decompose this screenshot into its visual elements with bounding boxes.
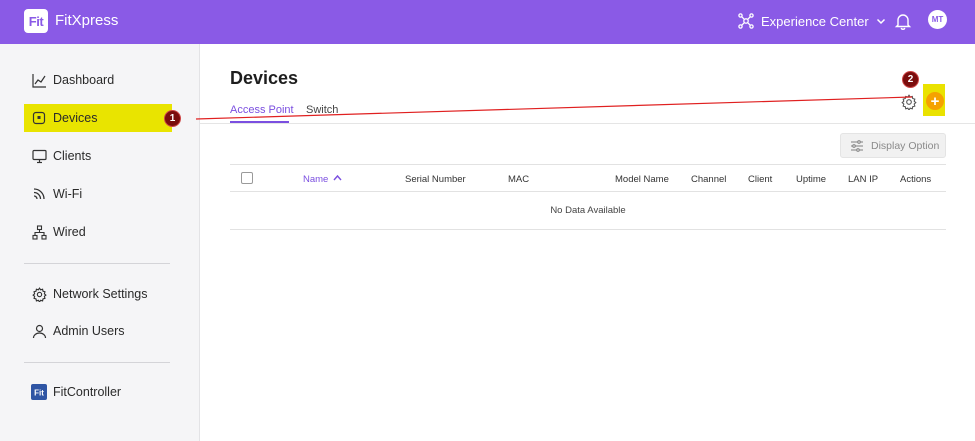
tab-access-point[interactable]: Access Point bbox=[230, 104, 294, 116]
sidebar-item-label: Devices bbox=[53, 111, 98, 125]
column-header-actions: Actions bbox=[900, 174, 932, 185]
column-header-client: Client bbox=[748, 174, 773, 185]
sidebar-item-wired[interactable]: Wired bbox=[24, 218, 172, 246]
sidebar-item-label: FitController bbox=[53, 385, 122, 399]
sidebar-item-fitcontroller[interactable]: Fit FitController bbox=[24, 378, 172, 406]
gear-icon bbox=[31, 286, 47, 302]
sidebar-divider bbox=[24, 362, 170, 363]
sidebar-item-label: Network Settings bbox=[53, 287, 148, 301]
top-bar: Fit FitXpress Experience Center MT bbox=[0, 0, 975, 44]
column-header-serial-number: Serial Number bbox=[405, 174, 466, 185]
sidebar-item-label: Admin Users bbox=[53, 324, 125, 338]
display-option-button[interactable]: Display Option bbox=[840, 133, 946, 158]
column-header-uptime: Uptime bbox=[796, 174, 827, 185]
sidebar-item-dashboard[interactable]: Dashboard bbox=[24, 66, 172, 94]
sidebar-item-label: Wired bbox=[53, 225, 86, 239]
avatar[interactable]: MT bbox=[928, 10, 947, 29]
callout-badge-2: 2 bbox=[902, 71, 919, 88]
user-icon bbox=[31, 323, 47, 339]
column-header-name[interactable]: Name bbox=[303, 174, 342, 185]
hub-icon bbox=[738, 13, 754, 29]
fit-logo-icon: Fit bbox=[31, 384, 47, 400]
app-title: FitXpress bbox=[55, 12, 119, 29]
table-top-border bbox=[230, 164, 946, 165]
add-device-button[interactable]: + bbox=[926, 92, 944, 110]
sidebar-item-network-settings[interactable]: Network Settings bbox=[24, 280, 172, 308]
sidebar-item-wifi[interactable]: Wi-Fi bbox=[24, 180, 172, 208]
tab-divider bbox=[200, 123, 975, 124]
column-header-lan-ip: LAN IP bbox=[848, 174, 879, 185]
page-title: Devices bbox=[230, 68, 299, 88]
callout-badge-1: 1 bbox=[164, 110, 181, 127]
sidebar-divider bbox=[24, 263, 170, 264]
sort-ascending-icon bbox=[333, 174, 342, 181]
tab-switch[interactable]: Switch bbox=[306, 104, 338, 116]
device-icon bbox=[31, 110, 47, 126]
chevron-down-icon bbox=[876, 18, 885, 25]
sidebar-item-label: Wi-Fi bbox=[53, 187, 83, 201]
sidebar-item-label: Clients bbox=[53, 149, 92, 163]
site-label: Experience Center bbox=[761, 13, 869, 29]
wifi-icon bbox=[31, 186, 47, 202]
table-header-border bbox=[230, 191, 946, 192]
network-icon bbox=[31, 224, 47, 240]
column-header-channel: Channel bbox=[691, 174, 727, 185]
svg-text:Fit: Fit bbox=[34, 389, 44, 398]
table-bottom-border bbox=[230, 229, 946, 230]
chart-line-icon bbox=[31, 72, 47, 88]
sliders-icon bbox=[851, 139, 863, 152]
site-selector[interactable]: Experience Center bbox=[738, 10, 886, 32]
column-header-mac: MAC bbox=[508, 174, 530, 185]
sidebar-item-devices[interactable]: Devices bbox=[24, 104, 172, 132]
select-all-checkbox[interactable] bbox=[241, 172, 253, 184]
display-option-label: Display Option bbox=[871, 139, 940, 152]
bell-icon[interactable] bbox=[893, 11, 913, 31]
column-header-model-name: Model Name bbox=[615, 174, 669, 185]
monitor-icon bbox=[31, 148, 47, 164]
sidebar-item-clients[interactable]: Clients bbox=[24, 142, 172, 170]
empty-state-text: No Data Available bbox=[550, 205, 626, 216]
sidebar-item-admin-users[interactable]: Admin Users bbox=[24, 317, 172, 345]
settings-gear-icon[interactable] bbox=[901, 94, 917, 110]
fitxpress-logo[interactable]: Fit bbox=[24, 9, 48, 33]
sidebar-item-label: Dashboard bbox=[53, 73, 115, 87]
